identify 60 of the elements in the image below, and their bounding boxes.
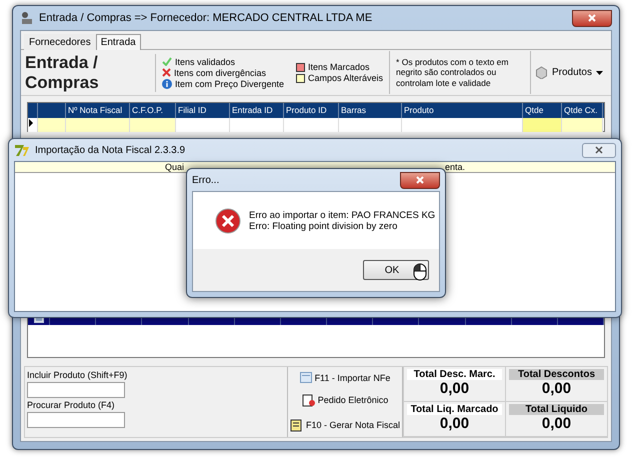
error-message: Erro ao importar o item: PAO FRANCES KG (249, 210, 436, 220)
page-title: Entrada / Compras (25, 54, 156, 92)
total-value: 0,00 (542, 380, 572, 397)
total-value: 0,00 (440, 415, 470, 432)
row-pointer-icon (28, 118, 34, 128)
column-header: Entrada ID (232, 104, 273, 117)
column-header: Produto (404, 104, 434, 117)
legend-label: Itens validados (174, 56, 235, 66)
legend-label: Item com Preço Divergente (174, 78, 284, 88)
dialog-title: Erro... (192, 174, 220, 186)
action-button[interactable]: F10 - Gerar Nota Fiscal (290, 418, 400, 432)
cross-icon (162, 68, 171, 77)
box-icon (534, 66, 548, 79)
total-label: Total Liquido (509, 404, 604, 415)
window-title: Entrada / Compras => Fornecedor: MERCADO CENTRAL LTDA ME (39, 12, 372, 24)
legend-label: Itens com divergências (174, 68, 266, 78)
column-header: Qtde Cx. (564, 104, 598, 117)
column-header: Nº Nota Fiscal (68, 104, 122, 117)
column-header: Produto ID (286, 104, 327, 117)
tab[interactable]: Entrada (96, 34, 141, 50)
total-label: Total Liq. Marcado (407, 404, 502, 415)
window-icon (300, 372, 312, 384)
close-icon (416, 176, 424, 184)
app-icon (20, 11, 34, 25)
info-banner-text: enta. (444, 162, 465, 172)
document-icon (302, 394, 315, 407)
error-icon (215, 208, 241, 234)
tab[interactable]: Fornecedores (24, 34, 96, 50)
total-label: Total Descontos (509, 369, 604, 380)
action-button[interactable]: F11 - Importar NFe (300, 372, 390, 384)
check-icon (162, 57, 172, 66)
products-menu-button[interactable]: Produtos (530, 66, 607, 79)
total-value: 0,00 (440, 380, 470, 397)
error-message: Erro: Floating point division by zero (249, 220, 398, 232)
close-button[interactable] (572, 10, 612, 26)
close-icon (588, 14, 596, 22)
column-header: C.F.O.P. (132, 104, 164, 117)
close-button[interactable] (582, 142, 616, 158)
legend-label: Campos Alteráveis (308, 73, 384, 83)
total-label: Total Desc. Marc. (407, 369, 502, 380)
app-logo-icon (14, 143, 30, 157)
legend-label: Itens Marcados (308, 62, 370, 72)
column-header: Qtde (525, 104, 544, 117)
mouse-cursor-icon (413, 263, 427, 281)
info-icon (162, 78, 172, 88)
field-label: Incluir Produto (Shift+F9) (27, 370, 128, 380)
info-banner-text: Quai (165, 162, 184, 172)
close-icon (595, 146, 603, 154)
action-button[interactable]: Pedido Eletrônico (302, 394, 388, 407)
close-button[interactable] (400, 172, 440, 188)
caret-icon (596, 70, 603, 74)
dialog-title: Importação da Nota Fiscal 2.3.3.9 (35, 144, 186, 156)
search-product-field[interactable] (27, 412, 125, 428)
field-label: Procurar Produto (F4) (27, 400, 116, 410)
total-value: 0,00 (542, 415, 572, 432)
column-header: Filial ID (178, 104, 206, 117)
note-text: * Os produtos com o texto em negrito são controlados ou controlam lote e validade (389, 50, 531, 94)
document-icon (290, 418, 303, 432)
column-header: Barras (341, 104, 366, 117)
include-product-field[interactable] (27, 382, 125, 398)
